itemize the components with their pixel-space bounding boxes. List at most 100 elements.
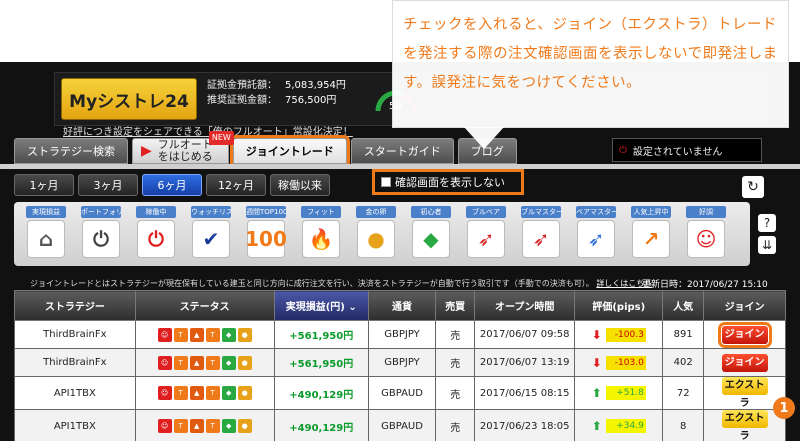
profit-value: +490,129円	[273, 376, 369, 410]
period-3m[interactable]: 3ヶ月	[78, 174, 138, 196]
refresh-icon[interactable]: ↻	[742, 176, 764, 198]
join-button[interactable]: ジョイン	[721, 353, 768, 372]
filter-label: 好調	[686, 206, 726, 218]
pips-value: -100.3	[605, 327, 646, 342]
extra-button[interactable]: エクストラ	[721, 377, 768, 409]
expand-icon[interactable]: ⇊	[758, 236, 776, 254]
filter-icon: ⏻	[82, 220, 120, 258]
notification-status-text: 設定されていません	[632, 146, 723, 158]
egg-icon: ●	[237, 386, 252, 400]
col-profit[interactable]: 実現損益(円) ⌄	[273, 290, 369, 321]
filter-2[interactable]: 稼働中 ⏻	[136, 206, 176, 260]
filter-6[interactable]: 金の卵 ●	[356, 206, 396, 260]
join-cell: ジョイン	[703, 320, 786, 349]
smile-icon: ☺	[157, 386, 172, 400]
notification-status[interactable]: ⏻ 設定されていません	[612, 138, 762, 162]
filter-label: ポートフォリオ	[81, 206, 121, 218]
help-icon[interactable]: ?	[758, 214, 776, 232]
open-time: 2017/06/07 13:19	[474, 348, 576, 377]
open-time: 2017/06/15 08:15	[474, 376, 576, 410]
period-selector: 1ヶ月 3ヶ月 6ヶ月 12ヶ月 稼働以来	[14, 174, 330, 196]
status-icons: ☺ T ▲ T ◆ ●	[134, 376, 275, 410]
join-button[interactable]: ジョイン	[717, 321, 772, 348]
filter-1[interactable]: ポートフォリオ ⏻	[81, 206, 121, 260]
checkbox-icon[interactable]	[381, 177, 391, 187]
sort-desc-icon[interactable]: ⌄	[348, 302, 356, 313]
filter-label: ブルベア	[466, 206, 506, 218]
period-12m[interactable]: 12ヶ月	[206, 174, 266, 196]
top100-icon: T	[205, 355, 220, 370]
smile-icon: ☺	[157, 327, 172, 342]
tab-start-guide[interactable]: スタートガイド	[350, 138, 454, 164]
top100-icon: T	[173, 419, 188, 433]
top100-icon: T	[205, 419, 220, 433]
period-6m[interactable]: 6ヶ月	[142, 174, 202, 196]
status-icons: ☺ T ▲ T ◆ ●	[134, 320, 275, 349]
tab-join-trade[interactable]: ジョイントレード	[229, 135, 350, 167]
strategy-name[interactable]: ThirdBrainFx	[14, 348, 136, 377]
filter-icon: ↗	[632, 220, 670, 258]
trade-side: 売	[435, 320, 476, 349]
currency-pair: GBPAUD	[367, 409, 437, 441]
share-link[interactable]: 好評につき設定をシェアできる「俺のフルオート」常設化決定！	[63, 123, 353, 138]
pips-cell: ⬇ -100.3	[574, 320, 664, 349]
trade-side: 売	[435, 409, 476, 441]
egg-icon: ●	[237, 327, 252, 342]
fire-icon: ▲	[189, 355, 204, 370]
col-status: ステータス	[134, 290, 275, 321]
beginner-icon: ◆	[221, 386, 236, 400]
filter-5[interactable]: フィット 🔥	[301, 206, 341, 260]
table-row[interactable]: API1TBX ☺ T ▲ T ◆ ● +490,129円 GBPAUD 売 2017/06/15 …	[14, 376, 786, 410]
filter-icon: ✔	[192, 220, 230, 258]
smile-icon: ☺	[157, 355, 172, 370]
filter-icon: ●	[357, 220, 395, 258]
play-icon: ▶	[141, 143, 152, 159]
col-popularity[interactable]: 人気	[662, 290, 705, 321]
filter-4[interactable]: 週間TOP100 100	[245, 206, 287, 260]
filter-12[interactable]: 好調 ☺	[686, 206, 726, 260]
filter-10[interactable]: ベアマスター ➶	[576, 206, 616, 260]
table-row[interactable]: API1TBX ☺ T ▲ T ◆ ● +490,129円 GBPAUD 売 2017/06/23 …	[14, 409, 786, 441]
egg-icon: ●	[237, 419, 252, 433]
extra-button[interactable]: エクストラ	[721, 410, 768, 441]
currency-pair: GBPAUD	[367, 376, 437, 410]
strategy-name[interactable]: API1TBX	[14, 376, 136, 410]
open-time: 2017/06/23 18:05	[474, 409, 576, 441]
period-1m[interactable]: 1ヶ月	[14, 174, 74, 196]
filter-7[interactable]: 初心者 ◆	[411, 206, 451, 260]
tab-full-auto[interactable]: ▶ フルオートをはじめる NEW	[132, 131, 234, 164]
profit-value: +490,129円	[273, 409, 369, 441]
updated-time: 更新日時：2017/06/27 15:10	[642, 280, 768, 290]
period-since-start[interactable]: 稼働以来	[270, 174, 330, 196]
app-logo[interactable]: Myシストレ24	[61, 78, 197, 120]
filter-label: ブルマスター	[521, 206, 561, 218]
skip-confirm-checkbox[interactable]: 確認画面を表示しない	[372, 169, 524, 195]
filter-8[interactable]: ブルベア ➶	[466, 206, 506, 260]
recommended-value: 756,500円	[285, 95, 337, 106]
table-row[interactable]: ThirdBrainFx ☺ T ▲ T ◆ ● +561,950円 GBPJPY 売 2017/0…	[14, 348, 786, 377]
popularity: 402	[662, 348, 705, 377]
join-cell: エクストラ	[703, 409, 786, 441]
power-icon: ⏻	[619, 144, 627, 156]
col-pips[interactable]: 評価(pips)	[574, 290, 664, 321]
col-strategy[interactable]: ストラテジー	[14, 290, 136, 321]
filter-11[interactable]: 人気上昇中 ↗	[631, 206, 671, 260]
filter-label: ベアマスター	[576, 206, 616, 218]
col-side[interactable]: 売買	[435, 290, 476, 321]
col-open-time[interactable]: オープン時間	[474, 290, 576, 321]
strategy-table: ストラテジー ステータス 実現損益(円) ⌄ 通貨 売買 オープン時間 評価(p…	[14, 290, 786, 441]
side-controls: ? ⇊	[758, 214, 778, 258]
filter-3[interactable]: ウォッチリスト ✔	[191, 206, 231, 260]
filter-0[interactable]: 実現損益 ⌂	[26, 206, 66, 260]
strategy-name[interactable]: API1TBX	[14, 409, 136, 441]
recommended-label: 推奨証拠金額：	[207, 95, 277, 106]
tab-strategy-search[interactable]: ストラテジー検索	[14, 138, 128, 164]
filter-label: フィット	[301, 206, 341, 218]
col-currency[interactable]: 通貨	[367, 290, 437, 321]
callout-tail	[464, 127, 504, 149]
table-row[interactable]: ThirdBrainFx ☺ T ▲ T ◆ ● +561,950円 GBPJPY 売 2017/0…	[14, 320, 786, 349]
strategy-name[interactable]: ThirdBrainFx	[14, 320, 136, 349]
top100-icon: T	[173, 355, 188, 370]
pips-value: +51.8	[605, 386, 646, 400]
filter-9[interactable]: ブルマスター ➶	[521, 206, 561, 260]
